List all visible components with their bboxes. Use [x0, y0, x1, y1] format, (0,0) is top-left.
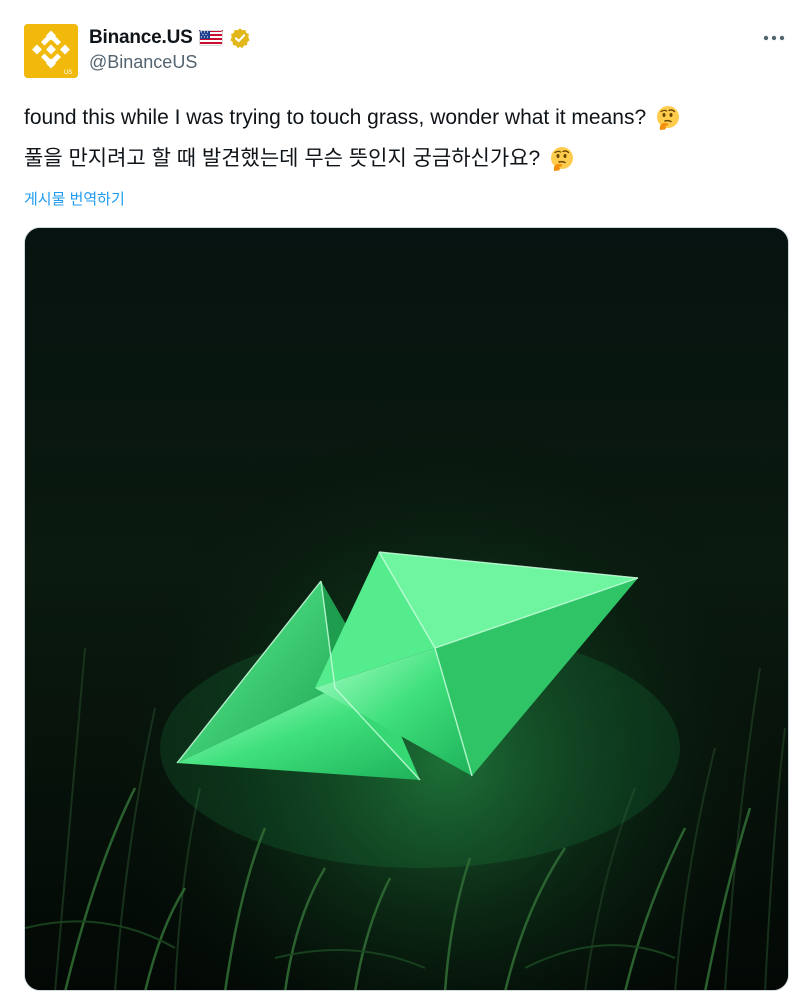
- tweet-line-text: 풀을 만지려고 할 때 발견했는데 무슨 뜻인지 궁금하신가요?: [24, 147, 541, 170]
- display-name[interactable]: Binance.US: [89, 27, 193, 49]
- tweet-media-image[interactable]: [24, 227, 789, 991]
- tweet-text: found this while I was trying to touch g…: [24, 97, 784, 179]
- more-options-button[interactable]: [756, 24, 792, 52]
- glowing-green-ethereum-crystal-in-grass-image: [25, 228, 788, 990]
- us-flag-icon: [198, 30, 223, 46]
- avatar-logo-text: US: [64, 70, 72, 76]
- author-handle[interactable]: @BinanceUS: [89, 52, 197, 73]
- tweet-line-english: found this while I was trying to touch g…: [24, 97, 784, 138]
- gold-verified-badge-icon[interactable]: [229, 27, 251, 49]
- translate-post-link[interactable]: 게시물 번역하기: [24, 188, 125, 209]
- thinking-face-icon: [655, 105, 681, 131]
- author-name-row[interactable]: Binance.US: [89, 26, 251, 50]
- tweet-card[interactable]: US Binance.US @BinanceUS found this whil…: [0, 0, 807, 1006]
- tweet-line-korean: 풀을 만지려고 할 때 발견했는데 무슨 뜻인지 궁금하신가요?: [24, 138, 784, 179]
- thinking-face-icon: [549, 146, 575, 172]
- more-options-icon: [763, 35, 785, 41]
- tweet-line-text: found this while I was trying to touch g…: [24, 106, 647, 129]
- avatar[interactable]: US: [24, 24, 78, 78]
- binance-logo-icon: US: [24, 24, 78, 78]
